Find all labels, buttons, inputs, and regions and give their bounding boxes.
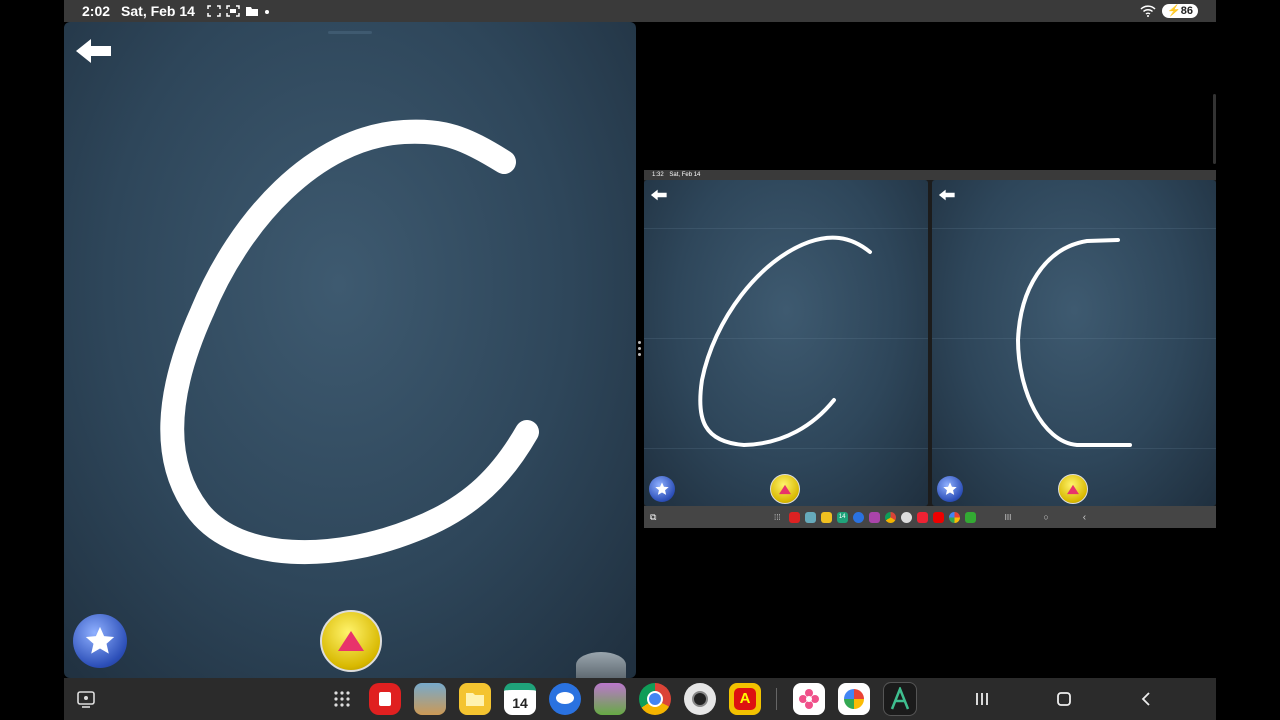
- chrome-app-icon[interactable]: [639, 683, 671, 715]
- mini-red-app-icon: [788, 511, 800, 523]
- battery-indicator: ⚡86: [1162, 4, 1198, 18]
- status-date: Sat, Feb 14: [121, 3, 195, 19]
- mini-home-nav-icon: ○: [1043, 512, 1049, 522]
- mini-star-icon: [655, 482, 669, 495]
- messages-app-icon[interactable]: [549, 683, 581, 715]
- mini-camera-app-icon: [900, 511, 912, 523]
- star-icon: [85, 626, 115, 654]
- letter-a-app-icon[interactable]: [883, 682, 917, 716]
- scrollbar[interactable]: [1213, 94, 1216, 164]
- mini-pane-right: [932, 180, 1216, 506]
- mini-youtube-app-icon: [932, 511, 944, 523]
- mini-up-button: [770, 474, 800, 504]
- mini-recents-nav-icon: III: [1004, 512, 1012, 522]
- cat-game-app-icon[interactable]: [594, 683, 626, 715]
- screenshot-icon: [207, 5, 221, 17]
- mini-status-date: Sat, Feb 14: [669, 172, 701, 178]
- calendar-app-icon[interactable]: 14: [504, 683, 536, 715]
- mini-taskbar: ⧉ ⁞⁞⁞ 14 III ○ ‹: [644, 506, 1216, 528]
- mini-alphabet-app-icon: [916, 511, 928, 523]
- mini-status-time: 1:32: [652, 172, 664, 178]
- alphabet-app-icon[interactable]: A: [729, 683, 761, 715]
- mini-pane-left: [644, 180, 928, 506]
- letter-c-drawing[interactable]: [64, 22, 636, 678]
- taskbar-separator: [776, 688, 777, 710]
- taskbar: 14 A: [64, 678, 1216, 720]
- recent-apps-icon[interactable]: [76, 689, 96, 709]
- screen-record-icon: [226, 5, 240, 17]
- mini-star-button: [937, 476, 963, 502]
- game-app-icon[interactable]: [414, 683, 446, 715]
- camera-app-icon[interactable]: [684, 683, 716, 715]
- mini-play-app-icon: [964, 511, 976, 523]
- mini-calendar-app-icon: 14: [836, 511, 848, 523]
- erase-button[interactable]: [576, 652, 626, 678]
- flower-app-icon[interactable]: [793, 683, 825, 715]
- wifi-icon: [1140, 5, 1156, 17]
- left-app-window[interactable]: [64, 22, 636, 678]
- favorite-star-button[interactable]: [73, 614, 127, 668]
- dot-icon: [264, 10, 269, 14]
- mini-letter-c-drawing: [698, 235, 872, 448]
- status-icons: [207, 5, 270, 17]
- mini-up-button: [1058, 474, 1088, 504]
- back-nav-icon[interactable]: [1134, 691, 1158, 707]
- mini-cat-game-app-icon: [868, 511, 880, 523]
- mini-files-app-icon: [820, 511, 832, 523]
- folder-icon: [245, 7, 258, 16]
- mini-chrome-app-icon: [884, 511, 896, 523]
- status-time: 2:02: [82, 3, 111, 19]
- mini-star-button: [649, 476, 675, 502]
- mini-triangle-up-icon: [1067, 484, 1079, 494]
- battery-level: 86: [1180, 5, 1193, 17]
- mini-star-icon: [943, 482, 957, 495]
- mini-recent-apps-icon: ⧉: [650, 511, 657, 522]
- mini-app-grid-icon: ⁞⁞⁞: [774, 512, 781, 522]
- recents-nav-icon[interactable]: [970, 691, 994, 707]
- red-app-icon[interactable]: [369, 683, 401, 715]
- calendar-day: 14: [512, 694, 528, 711]
- mini-status-bar: 1:32 Sat, Feb 14: [644, 170, 1216, 180]
- mini-back-nav-icon: ‹: [1082, 511, 1087, 523]
- mini-photos-app-icon: [948, 511, 960, 523]
- mini-game-app-icon: [804, 511, 816, 523]
- home-nav-icon[interactable]: [1052, 691, 1076, 707]
- mini-triangle-up-icon: [779, 484, 791, 494]
- right-app-window[interactable]: 1:32 Sat, Feb 14 ⧉ ⁞⁞⁞ 14 III ○ ‹: [644, 22, 1216, 678]
- split-view-divider[interactable]: [638, 338, 642, 359]
- triangle-up-icon: [338, 631, 364, 651]
- mini-messages-app-icon: [852, 511, 864, 523]
- status-bar: 2:02 Sat, Feb 14 ⚡86: [64, 0, 1216, 22]
- next-letter-button[interactable]: [320, 610, 382, 672]
- files-app-icon[interactable]: [459, 683, 491, 715]
- embedded-screenshot: 1:32 Sat, Feb 14 ⧉ ⁞⁞⁞ 14 III ○ ‹: [644, 170, 1216, 528]
- photos-app-icon[interactable]: [838, 683, 870, 715]
- app-grid-icon[interactable]: [333, 690, 351, 708]
- mini-letter-c-drawing: [1015, 238, 1132, 447]
